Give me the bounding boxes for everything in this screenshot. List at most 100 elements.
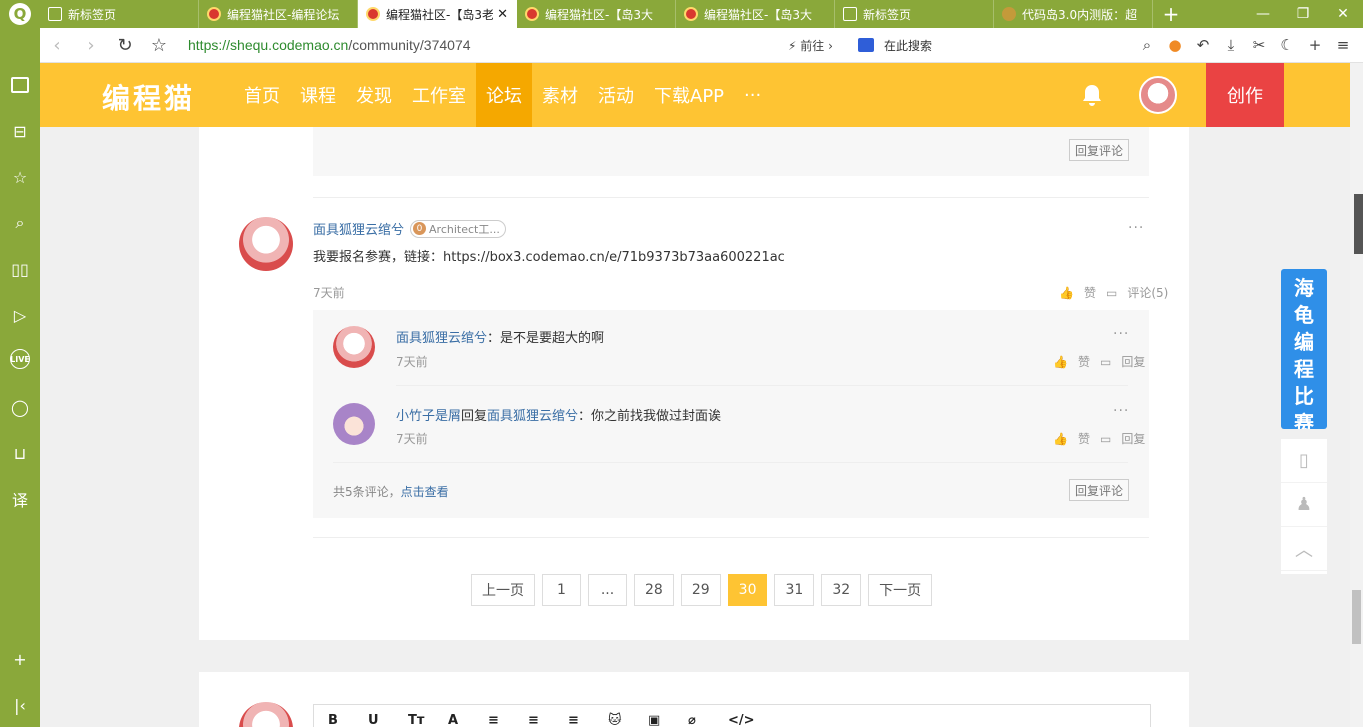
next-page-button[interactable]: 下一页 xyxy=(868,574,933,606)
reply-avatar[interactable] xyxy=(333,403,375,445)
star-icon[interactable]: ☆ xyxy=(142,35,176,56)
nav-more-icon[interactable]: ··· xyxy=(734,63,771,127)
plus-icon[interactable]: + xyxy=(1301,36,1329,54)
reply-button[interactable]: ▭ 回复 xyxy=(1100,353,1145,370)
browser-tab-4[interactable]: 编程猫社区-【岛3大 xyxy=(517,0,676,28)
book-icon[interactable]: ▯▯ xyxy=(9,258,31,280)
create-button[interactable]: 创作 xyxy=(1206,63,1284,127)
site-logo[interactable]: 编程猫 xyxy=(102,77,195,117)
page-scrollbar[interactable] xyxy=(1350,63,1363,727)
scissors-icon[interactable]: ✂ xyxy=(1245,36,1273,54)
close-window-icon[interactable]: ✕ xyxy=(1323,6,1363,22)
prev-page-button[interactable]: 上一页 xyxy=(471,574,535,606)
browser-tab-2[interactable]: 编程猫社区-编程论坛 xyxy=(199,0,358,28)
reply-2-username[interactable]: 小竹子是屑 xyxy=(396,409,461,424)
chat-icon[interactable]: ◯ xyxy=(9,396,31,418)
browser-logo[interactable]: Q xyxy=(0,0,40,28)
reply-comment-button[interactable]: 回复评论 xyxy=(1069,479,1129,501)
collapse-icon[interactable]: |‹ xyxy=(9,694,31,716)
nav-studio[interactable]: 工作室 xyxy=(402,63,476,127)
news-icon[interactable] xyxy=(9,74,31,96)
briefcase-icon[interactable]: ⊟ xyxy=(9,120,31,142)
refresh-icon[interactable]: ↻ xyxy=(108,35,142,56)
restore-icon[interactable]: ❐ xyxy=(1283,6,1323,22)
page-1[interactable]: 1 xyxy=(542,574,581,606)
minimize-icon[interactable]: — xyxy=(1243,6,1283,22)
qq-icon[interactable]: ♟ xyxy=(1281,483,1327,527)
translate-icon[interactable]: 译 xyxy=(9,488,31,510)
browser-tab-1[interactable]: 新标签页 xyxy=(40,0,199,28)
cart-icon[interactable]: ⊔ xyxy=(9,442,31,464)
go-button[interactable]: ⚡ 前往 › xyxy=(788,37,858,54)
add-icon[interactable]: + xyxy=(9,648,31,670)
reply-1-username[interactable]: 面具狐狸云绾兮 xyxy=(396,331,487,346)
undo-icon[interactable]: ↶ xyxy=(1189,36,1217,54)
reply-comment-button[interactable]: 回复评论 xyxy=(1069,139,1129,161)
url-input[interactable]: https://shequ.codemao.cn/community/37407… xyxy=(188,37,788,53)
baidu-icon[interactable] xyxy=(858,38,874,52)
more-icon[interactable]: ··· xyxy=(1113,403,1129,419)
nav-activities[interactable]: 活动 xyxy=(588,63,644,127)
search-icon[interactable]: ⌕ xyxy=(1133,36,1161,54)
view-all-link[interactable]: 点击查看 xyxy=(401,485,449,499)
search-input[interactable]: 在此搜索 xyxy=(884,37,1024,54)
nav-download-app[interactable]: 下载APP xyxy=(644,63,734,127)
nav-materials[interactable]: 素材 xyxy=(532,63,588,127)
comment-count-button[interactable]: ▭ 评论(5) xyxy=(1106,284,1168,301)
font-size-icon[interactable]: Tт xyxy=(408,713,448,727)
nav-home[interactable]: 首页 xyxy=(234,63,290,127)
image-icon[interactable]: ▣ xyxy=(648,713,688,727)
gamepad-icon[interactable]: ● xyxy=(1161,36,1189,54)
favorites-icon[interactable]: ☆ xyxy=(9,166,31,188)
page-icon xyxy=(843,7,857,21)
align-left-icon[interactable]: ≡ xyxy=(488,713,528,727)
scrollbar-thumb[interactable] xyxy=(1352,590,1361,644)
moon-icon[interactable]: ☾ xyxy=(1273,36,1301,54)
reply-avatar[interactable] xyxy=(333,326,375,368)
video-icon[interactable]: ▷ xyxy=(9,304,31,326)
live-icon[interactable]: LIVE xyxy=(9,348,31,370)
download-icon[interactable]: ⤓ xyxy=(1217,36,1245,54)
like-button[interactable]: 👍 赞 xyxy=(1059,284,1096,301)
page-30-current[interactable]: 30 xyxy=(727,574,768,606)
comment-avatar[interactable] xyxy=(239,217,293,271)
new-tab-icon[interactable]: + xyxy=(1153,0,1189,28)
font-color-icon[interactable]: A xyxy=(448,713,488,727)
browser-tab-3[interactable]: 编程猫社区-【岛3老 ✕ xyxy=(358,0,517,28)
browser-tab-5[interactable]: 编程猫社区-【岛3大 xyxy=(676,0,835,28)
forward-icon[interactable]: › xyxy=(74,35,108,56)
reply-button[interactable]: ▭ 回复 xyxy=(1100,430,1145,447)
user-avatar[interactable] xyxy=(1139,76,1177,114)
browser-tab-6[interactable]: 新标签页 xyxy=(835,0,994,28)
nav-courses[interactable]: 课程 xyxy=(290,63,346,127)
page-32[interactable]: 32 xyxy=(821,574,862,606)
close-tab-icon[interactable]: ✕ xyxy=(497,7,508,22)
side-panel-handle[interactable] xyxy=(1354,194,1363,254)
page-29[interactable]: 29 xyxy=(680,574,721,606)
sidebar-search-icon[interactable]: ⌕ xyxy=(9,212,31,234)
like-button[interactable]: 👍 赞 xyxy=(1053,430,1090,447)
promo-banner[interactable]: 海龟编程比赛 xyxy=(1281,269,1327,429)
more-icon[interactable]: ··· xyxy=(1113,326,1129,342)
mobile-icon[interactable]: ▯ xyxy=(1281,439,1327,483)
reply-2-target[interactable]: 面具狐狸云绾兮 xyxy=(487,409,578,424)
code-icon[interactable]: </> xyxy=(728,713,768,727)
nav-forum[interactable]: 论坛 xyxy=(476,63,532,127)
nav-discover[interactable]: 发现 xyxy=(346,63,402,127)
bell-icon[interactable] xyxy=(1080,83,1104,107)
back-to-top-icon[interactable]: ︿ xyxy=(1281,527,1327,571)
emoji-icon[interactable]: 🐱 xyxy=(608,713,648,727)
more-icon[interactable]: ··· xyxy=(1128,220,1144,236)
page-28[interactable]: 28 xyxy=(634,574,674,606)
underline-icon[interactable]: U xyxy=(368,713,408,727)
browser-tab-7[interactable]: 代码岛3.0内测版：超 xyxy=(994,0,1153,28)
attachment-icon[interactable]: ⌀ xyxy=(688,713,728,727)
back-icon[interactable]: ‹ xyxy=(40,35,74,56)
like-button[interactable]: 👍 赞 xyxy=(1053,353,1090,370)
page-31[interactable]: 31 xyxy=(774,574,815,606)
menu-icon[interactable]: ≡ xyxy=(1329,36,1357,54)
bold-icon[interactable]: B xyxy=(328,713,368,727)
align-center-icon[interactable]: ≡ xyxy=(528,713,568,727)
comment-username[interactable]: 面具狐狸云绾兮 xyxy=(313,219,404,238)
align-right-icon[interactable]: ≡ xyxy=(568,713,608,727)
